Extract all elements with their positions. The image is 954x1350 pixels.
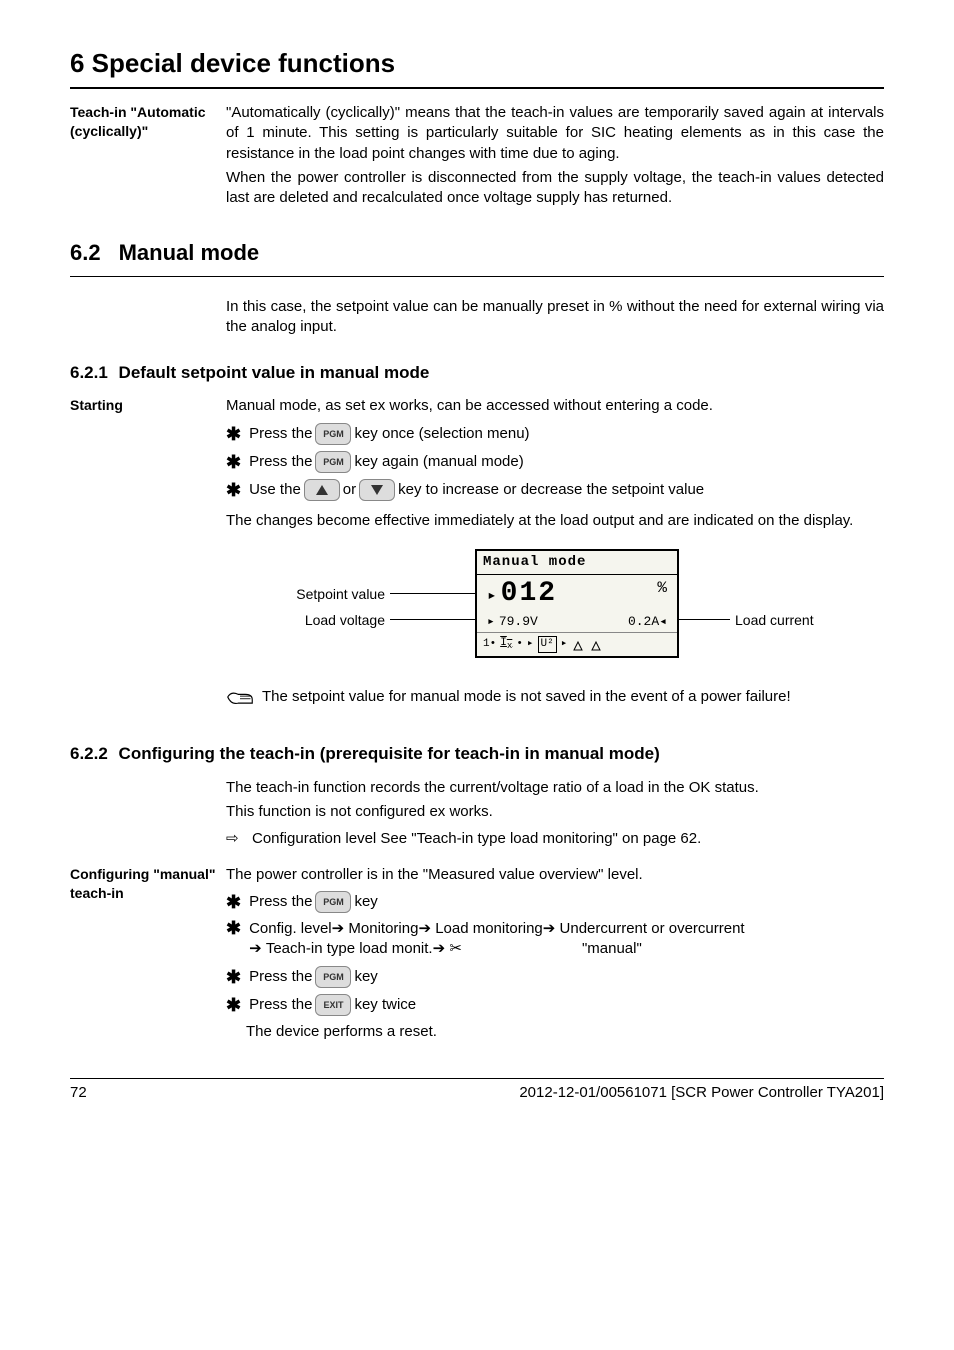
subsection-title: Default setpoint value in manual mode <box>119 363 430 382</box>
note-block: The setpoint value for manual mode is no… <box>226 687 884 713</box>
step3-text-b: key to increase or decrease the setpoint… <box>398 480 704 500</box>
starting-intro: Manual mode, as set ex works, can be acc… <box>226 396 884 416</box>
arrow-icon: ➔ <box>433 939 446 959</box>
step-2: ✱ Press the PGM key again (manual mode) <box>226 451 884 473</box>
cfg-s4-a: Press the <box>249 995 312 1015</box>
starting-outcome: The changes become effective immediately… <box>226 511 884 531</box>
arrow-icon: ➔ <box>249 939 262 959</box>
cross-ref-text: Configuration level See "Teach-in type l… <box>252 829 701 849</box>
label-loadc: Load current <box>735 611 835 630</box>
step3-text-mid: or <box>343 480 356 500</box>
lcd-left-arrow-icon: ◂ <box>659 613 667 631</box>
footer-text: 2012-12-01/00561071 [SCR Power Controlle… <box>120 1083 884 1103</box>
cross-ref-line: ⇨ Configuration level See "Teach-in type… <box>226 829 884 849</box>
side-label-starting: Starting <box>70 396 226 415</box>
lcd-setpoint-value: 012 <box>501 575 658 613</box>
step-3: ✱ Use the or key to increase or decrease… <box>226 479 884 501</box>
cfg-s4-b: key twice <box>354 995 416 1015</box>
pgm-key-icon: PGM <box>315 423 351 445</box>
lcd-pointer-icon: ▸ <box>487 613 495 631</box>
step1-text-a: Press the <box>249 424 312 444</box>
side-label-teachin-auto: Teach-in "Automatic (cyclically)" <box>70 103 226 141</box>
section-6-2-heading: 6.2 Manual mode <box>70 238 884 268</box>
lcd-percent: % <box>657 578 667 600</box>
step-1: ✱ Press the PGM key once (selection menu… <box>226 423 884 445</box>
lcd-diagram: Setpoint value Load voltage Load current… <box>275 549 835 677</box>
cfg-step-3: ✱ Press the PGM key <box>226 966 884 988</box>
step2-text-a: Press the <box>249 452 312 472</box>
teachin-auto-p2: When the power controller is disconnecte… <box>226 168 884 209</box>
cfg-step-4: ✱ Press the EXIT key twice <box>226 994 884 1016</box>
arrow-right-icon: ⇨ <box>226 829 252 849</box>
cfg-s2-l: Load monitoring <box>435 919 543 939</box>
cfg-s1-b: key <box>354 892 377 912</box>
lcd-screen: Manual mode ▸ 012 % ▸ 79.9V 0.2A ◂ 1•Ix•… <box>475 549 679 658</box>
arrow-icon: ➔ <box>418 919 431 939</box>
bullet-star: ✱ <box>226 968 241 986</box>
cfg-s2-end: "manual" <box>582 939 642 959</box>
subsection-num: 6.2.2 <box>70 744 108 763</box>
bullet-star: ✱ <box>226 481 241 499</box>
bullet-star: ✱ <box>226 919 241 937</box>
note-text: The setpoint value for manual mode is no… <box>262 687 791 707</box>
bullet-star: ✱ <box>226 893 241 911</box>
arrow-icon: ➔ <box>543 919 556 939</box>
scissors-icon: ✂ <box>449 939 462 959</box>
pgm-key-icon: PGM <box>315 966 351 988</box>
subsection-num: 6.2.1 <box>70 363 108 382</box>
cfg-s3-a: Press the <box>249 967 312 987</box>
lcd-current-value: 0.2A <box>628 613 659 631</box>
divider <box>70 87 884 89</box>
subsection-title: Configuring the teach-in (prerequisite f… <box>119 744 660 763</box>
section-6-2-intro: In this case, the setpoint value can be … <box>226 297 884 338</box>
lcd-voltage-value: 79.9V <box>499 613 628 631</box>
section-num: 6.2 <box>70 240 101 265</box>
cfg-s2-t: Teach-in type load monit. <box>266 939 433 959</box>
step2-text-b: key again (manual mode) <box>354 452 523 472</box>
cfg-s2-u: Undercurrent or overcurrent <box>560 919 745 939</box>
s622-p2: This function is not configured ex works… <box>226 802 884 822</box>
chapter-title: 6 Special device functions <box>70 46 884 81</box>
lcd-status-icons: 1•Ix•▸U²▸ <box>477 633 677 656</box>
s622-p1: The teach-in function records the curren… <box>226 778 884 798</box>
label-setpoint: Setpoint value <box>275 585 385 604</box>
teachin-auto-p1: "Automatically (cyclically)" means that … <box>226 103 884 164</box>
cfg-step-1: ✱ Press the PGM key <box>226 891 884 913</box>
subsection-6-2-1-heading: 6.2.1 Default setpoint value in manual m… <box>70 362 884 385</box>
cfg-s4-sub: The device performs a reset. <box>246 1022 884 1042</box>
cfg-step-2: ✱ Config. level ➔ Monitoring ➔ Load moni… <box>226 919 884 960</box>
bullet-star: ✱ <box>226 453 241 471</box>
pgm-key-icon: PGM <box>315 451 351 473</box>
cfg-s1-a: Press the <box>249 892 312 912</box>
cfg-s2-a: Config. level <box>249 919 332 939</box>
page-number: 72 <box>70 1083 120 1103</box>
step1-text-b: key once (selection menu) <box>354 424 529 444</box>
down-key-icon <box>359 479 395 501</box>
lcd-title: Manual mode <box>477 551 677 575</box>
page-footer: 72 2012-12-01/00561071 [SCR Power Contro… <box>70 1078 884 1103</box>
exit-key-icon: EXIT <box>315 994 351 1016</box>
hand-pointer-icon <box>226 687 262 713</box>
lcd-pointer-icon: ▸ <box>487 586 497 608</box>
up-key-icon <box>304 479 340 501</box>
side-label-config-teachin: Configuring "manual" teach-in <box>70 865 226 903</box>
bullet-star: ✱ <box>226 425 241 443</box>
cfg-s2-m: Monitoring <box>348 919 418 939</box>
bullet-star: ✱ <box>226 996 241 1014</box>
step3-text-a: Use the <box>249 480 301 500</box>
subsection-6-2-2-heading: 6.2.2 Configuring the teach-in (prerequi… <box>70 743 884 766</box>
divider <box>70 276 884 277</box>
pgm-key-icon: PGM <box>315 891 351 913</box>
label-loadv: Load voltage <box>275 611 385 630</box>
config-intro: The power controller is in the "Measured… <box>226 865 884 885</box>
arrow-icon: ➔ <box>332 919 345 939</box>
section-title: Manual mode <box>119 240 260 265</box>
cfg-s3-b: key <box>354 967 377 987</box>
